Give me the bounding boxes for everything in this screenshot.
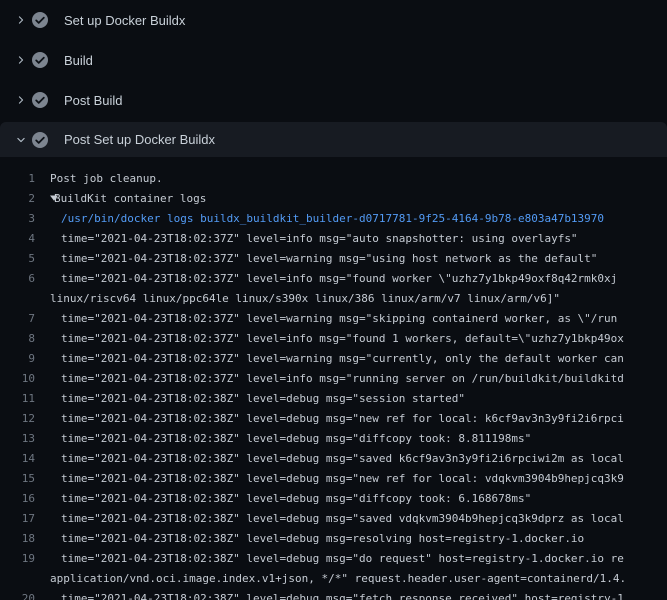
log-line-number[interactable]: 1 bbox=[0, 169, 35, 189]
log-line-number[interactable]: 5 bbox=[0, 249, 35, 269]
log-line-text: time="2021-04-23T18:02:38Z" level=debug … bbox=[35, 469, 624, 489]
log-line-text: time="2021-04-23T18:02:38Z" level=debug … bbox=[35, 529, 584, 549]
log-line: 14 time="2021-04-23T18:02:38Z" level=deb… bbox=[0, 449, 667, 469]
log-line-text: time="2021-04-23T18:02:37Z" level=info m… bbox=[35, 269, 617, 289]
log-line: 1 Post job cleanup. bbox=[0, 169, 667, 189]
chevron-right-icon bbox=[13, 12, 29, 28]
log-line-number[interactable]: 14 bbox=[0, 449, 35, 469]
chevron-down-icon bbox=[13, 132, 29, 148]
log-line: 9 time="2021-04-23T18:02:37Z" level=warn… bbox=[0, 349, 667, 369]
log-line-number[interactable]: 8 bbox=[0, 329, 35, 349]
check-circle-icon bbox=[32, 52, 48, 68]
log-line-text: time="2021-04-23T18:02:37Z" level=info m… bbox=[35, 229, 578, 249]
check-circle-icon bbox=[32, 132, 48, 148]
log-line: 5 time="2021-04-23T18:02:37Z" level=warn… bbox=[0, 249, 667, 269]
log-group-row[interactable]: 2 BuildKit container logs bbox=[0, 189, 667, 209]
check-circle-icon bbox=[32, 92, 48, 108]
log-line: linux/riscv64 linux/ppc64le linux/s390x … bbox=[0, 289, 667, 309]
log-line: 4 time="2021-04-23T18:02:37Z" level=info… bbox=[0, 229, 667, 249]
step-row-post-build[interactable]: Post Build bbox=[0, 80, 667, 120]
log-line-number[interactable]: 2 bbox=[0, 189, 35, 209]
log-line-text: time="2021-04-23T18:02:38Z" level=debug … bbox=[35, 549, 624, 569]
log-line-number[interactable]: 18 bbox=[0, 529, 35, 549]
log-line-number[interactable]: 16 bbox=[0, 489, 35, 509]
log-line-text: time="2021-04-23T18:02:37Z" level=warnin… bbox=[35, 349, 624, 369]
step-row-post-set-up-docker-buildx[interactable]: Post Set up Docker Buildx bbox=[0, 122, 667, 157]
triangle-down-icon bbox=[35, 189, 50, 209]
log-line: 3 /usr/bin/docker logs buildx_buildkit_b… bbox=[0, 209, 667, 229]
log-line-text: time="2021-04-23T18:02:38Z" level=debug … bbox=[35, 409, 624, 429]
log-line-number[interactable]: 10 bbox=[0, 369, 35, 389]
log-line-number bbox=[0, 289, 35, 309]
log-line-number[interactable]: 6 bbox=[0, 269, 35, 289]
log-line-text: time="2021-04-23T18:02:37Z" level=warnin… bbox=[35, 249, 597, 269]
step-row-set-up-docker-buildx[interactable]: Set up Docker Buildx bbox=[0, 0, 667, 40]
log-line-number bbox=[0, 569, 35, 589]
log-line: 10 time="2021-04-23T18:02:37Z" level=inf… bbox=[0, 369, 667, 389]
log-command-text: /usr/bin/docker logs buildx_buildkit_bui… bbox=[35, 209, 604, 229]
log-line-text: Post job cleanup. bbox=[35, 169, 163, 189]
log-line-number[interactable]: 17 bbox=[0, 509, 35, 529]
log-line-text: time="2021-04-23T18:02:38Z" level=debug … bbox=[35, 389, 465, 409]
check-circle-icon bbox=[32, 12, 48, 28]
log-line-number[interactable]: 4 bbox=[0, 229, 35, 249]
log-line-text: time="2021-04-23T18:02:38Z" level=debug … bbox=[35, 489, 531, 509]
log-line-text: linux/riscv64 linux/ppc64le linux/s390x … bbox=[35, 289, 560, 309]
log-line-number[interactable]: 3 bbox=[0, 209, 35, 229]
log-line: 17 time="2021-04-23T18:02:38Z" level=deb… bbox=[0, 509, 667, 529]
steps-list: Set up Docker Buildx Build Post Build bbox=[0, 0, 667, 157]
log-line: 8 time="2021-04-23T18:02:37Z" level=info… bbox=[0, 329, 667, 349]
log-line: 19 time="2021-04-23T18:02:38Z" level=deb… bbox=[0, 549, 667, 569]
log-line: 7 time="2021-04-23T18:02:37Z" level=warn… bbox=[0, 309, 667, 329]
log-line-text: time="2021-04-23T18:02:38Z" level=debug … bbox=[35, 509, 624, 529]
step-row-build[interactable]: Build bbox=[0, 40, 667, 80]
log-line-text: application/vnd.oci.image.index.v1+json,… bbox=[35, 569, 626, 589]
step-label: Post Set up Docker Buildx bbox=[64, 132, 215, 147]
log-line: 12 time="2021-04-23T18:02:38Z" level=deb… bbox=[0, 409, 667, 429]
step-label: Set up Docker Buildx bbox=[64, 13, 185, 28]
log-line: application/vnd.oci.image.index.v1+json,… bbox=[0, 569, 667, 589]
log-line-number[interactable]: 12 bbox=[0, 409, 35, 429]
workflow-log-panel: Set up Docker Buildx Build Post Build bbox=[0, 0, 667, 600]
log-line: 18 time="2021-04-23T18:02:38Z" level=deb… bbox=[0, 529, 667, 549]
log-line-number[interactable]: 11 bbox=[0, 389, 35, 409]
log-line-number[interactable]: 9 bbox=[0, 349, 35, 369]
log-line-text: time="2021-04-23T18:02:38Z" level=debug … bbox=[35, 449, 624, 469]
log-line: 13 time="2021-04-23T18:02:38Z" level=deb… bbox=[0, 429, 667, 449]
log-line: 20 time="2021-04-23T18:02:38Z" level=deb… bbox=[0, 589, 667, 600]
log-line-text: time="2021-04-23T18:02:38Z" level=debug … bbox=[35, 589, 624, 600]
chevron-right-icon bbox=[13, 52, 29, 68]
log-line-number[interactable]: 13 bbox=[0, 429, 35, 449]
step-label: Post Build bbox=[64, 93, 123, 108]
log-area: 1 Post job cleanup. 2 BuildKit container… bbox=[0, 157, 667, 600]
log-line-number[interactable]: 7 bbox=[0, 309, 35, 329]
log-line-text: time="2021-04-23T18:02:37Z" level=warnin… bbox=[35, 309, 617, 329]
log-line-text: time="2021-04-23T18:02:37Z" level=info m… bbox=[35, 329, 624, 349]
log-line-number[interactable]: 20 bbox=[0, 589, 35, 600]
step-label: Build bbox=[64, 53, 93, 68]
log-line: 15 time="2021-04-23T18:02:38Z" level=deb… bbox=[0, 469, 667, 489]
log-line-text: time="2021-04-23T18:02:37Z" level=info m… bbox=[35, 369, 624, 389]
log-line-text: BuildKit container logs bbox=[50, 189, 206, 209]
log-line-number[interactable]: 15 bbox=[0, 469, 35, 489]
chevron-right-icon bbox=[13, 92, 29, 108]
log-line: 6 time="2021-04-23T18:02:37Z" level=info… bbox=[0, 269, 667, 289]
log-line-number[interactable]: 19 bbox=[0, 549, 35, 569]
log-line: 11 time="2021-04-23T18:02:38Z" level=deb… bbox=[0, 389, 667, 409]
log-line: 16 time="2021-04-23T18:02:38Z" level=deb… bbox=[0, 489, 667, 509]
log-line-text: time="2021-04-23T18:02:38Z" level=debug … bbox=[35, 429, 531, 449]
